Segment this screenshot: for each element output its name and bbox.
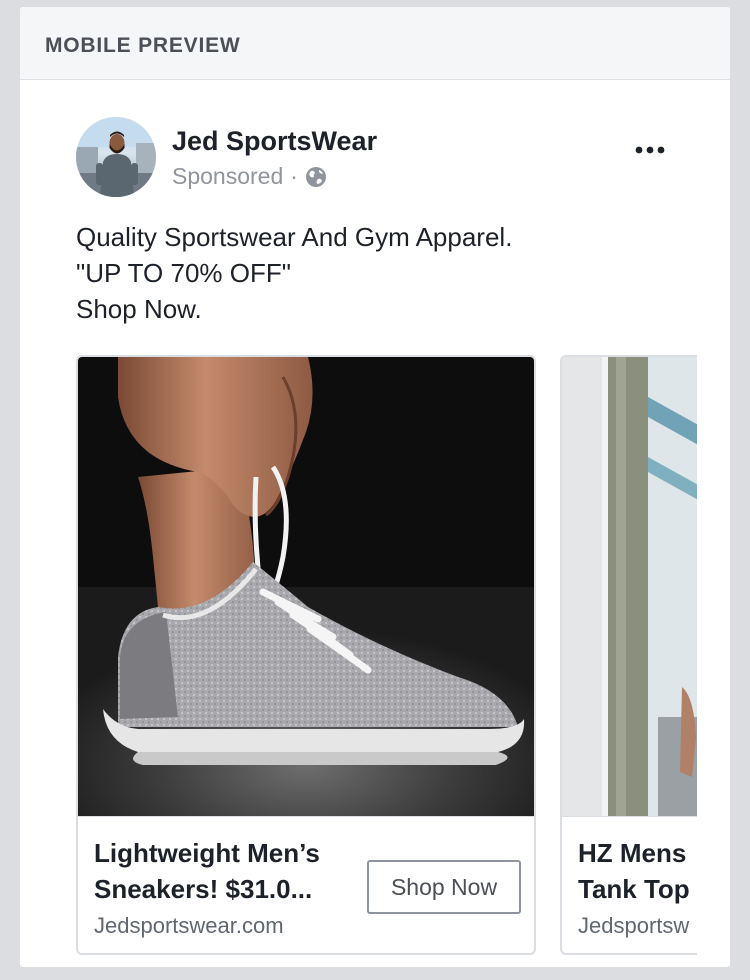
card-headline-line: HZ Mens <box>578 838 687 868</box>
card-headline[interactable]: HZ Mens Tank Top <box>578 835 697 907</box>
card-footer: HZ Mens Tank Top Jedsportsw <box>562 816 697 953</box>
separator-dot: · <box>290 163 298 189</box>
page-name[interactable]: Jed SportsWear <box>172 126 377 157</box>
product-image-sneaker[interactable] <box>78 357 534 816</box>
card-headline[interactable]: Lightweight Men’s Sneakers! $31.0... <box>94 835 359 907</box>
sponsored-label: Sponsored <box>172 163 284 189</box>
post-body-line: Quality Sportswear And Gym Apparel. <box>76 222 513 252</box>
more-options-icon <box>635 146 665 154</box>
carousel-card[interactable]: Lightweight Men’s Sneakers! $31.0... Jed… <box>76 355 536 955</box>
card-headline-line: Tank Top <box>578 874 690 904</box>
product-image-tank-top[interactable] <box>562 357 697 816</box>
ad-post: Jed SportsWear Sponsored · Quality Sport… <box>57 89 697 967</box>
carousel-card[interactable]: HZ Mens Tank Top Jedsportsw <box>560 355 697 955</box>
panel-title: MOBILE PREVIEW <box>45 34 241 57</box>
card-headline-line: Sneakers! $31.0... <box>94 874 313 904</box>
panel-header: MOBILE PREVIEW <box>20 7 730 80</box>
card-footer: Lightweight Men’s Sneakers! $31.0... Jed… <box>78 816 534 953</box>
card-headline-line: Lightweight Men’s <box>94 838 320 868</box>
card-link-url: Jedsportsw <box>578 913 690 938</box>
more-options-button[interactable] <box>629 135 673 165</box>
post-body-line: Shop Now. <box>76 294 202 324</box>
post-body-line: "UP TO 70% OFF" <box>76 258 291 288</box>
page-avatar[interactable] <box>76 117 156 197</box>
card-link-url: Jedsportswear.com <box>94 913 284 938</box>
mobile-preview-panel: MOBILE PREVIEW Jed SportsWear Sponsored … <box>20 7 730 967</box>
avatar-photo <box>76 117 156 197</box>
globe-icon <box>305 166 327 188</box>
sponsored-row: Sponsored · <box>172 163 327 190</box>
post-body-text: Quality Sportswear And Gym Apparel. "UP … <box>76 219 512 327</box>
shop-now-button[interactable]: Shop Now <box>367 860 521 914</box>
